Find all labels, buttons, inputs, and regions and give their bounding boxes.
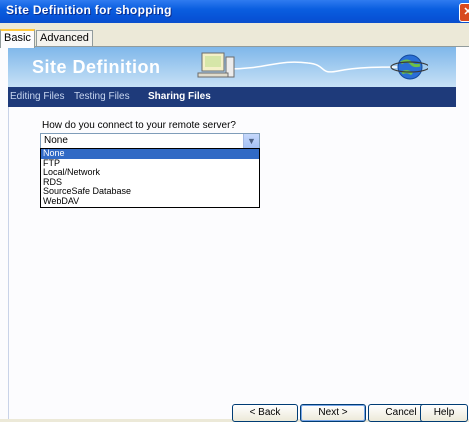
back-button[interactable]: < Back xyxy=(232,404,298,422)
connection-options-list[interactable]: None FTP Local/Network RDS SourceSafe Da… xyxy=(40,148,260,208)
close-button[interactable]: ✕ xyxy=(459,3,469,22)
chevron-down-icon[interactable]: ▼ xyxy=(243,134,259,148)
select-value: None xyxy=(44,135,68,146)
close-icon: ✕ xyxy=(463,6,469,18)
network-illustration-icon xyxy=(197,52,428,80)
title-bar: Site Definition for shopping ✕ xyxy=(0,0,469,23)
help-button[interactable]: Help xyxy=(420,404,468,422)
next-button[interactable]: Next > xyxy=(300,404,366,422)
option-none[interactable]: None xyxy=(41,148,259,159)
step-testing-files[interactable]: Testing Files xyxy=(74,91,130,102)
option-webdav[interactable]: WebDAV xyxy=(41,196,259,207)
wizard-banner: Site Definition xyxy=(8,47,456,87)
option-local-network[interactable]: Local/Network xyxy=(41,167,259,178)
basic-panel: Site Definition Editing Files Testing Fi… xyxy=(0,46,469,419)
connection-type-select[interactable]: None ▼ xyxy=(40,133,260,149)
connection-question-label: How do you connect to your remote server… xyxy=(42,120,236,131)
banner-title: Site Definition xyxy=(32,57,161,77)
wizard-steps: Editing Files Testing Files Sharing File… xyxy=(8,87,456,107)
tab-basic[interactable]: Basic xyxy=(0,29,35,48)
step-sharing-files[interactable]: Sharing Files xyxy=(148,91,211,102)
window-title: Site Definition for shopping xyxy=(6,3,172,17)
tab-advanced[interactable]: Advanced xyxy=(36,30,93,46)
step-editing-files[interactable]: Editing Files xyxy=(10,91,64,102)
